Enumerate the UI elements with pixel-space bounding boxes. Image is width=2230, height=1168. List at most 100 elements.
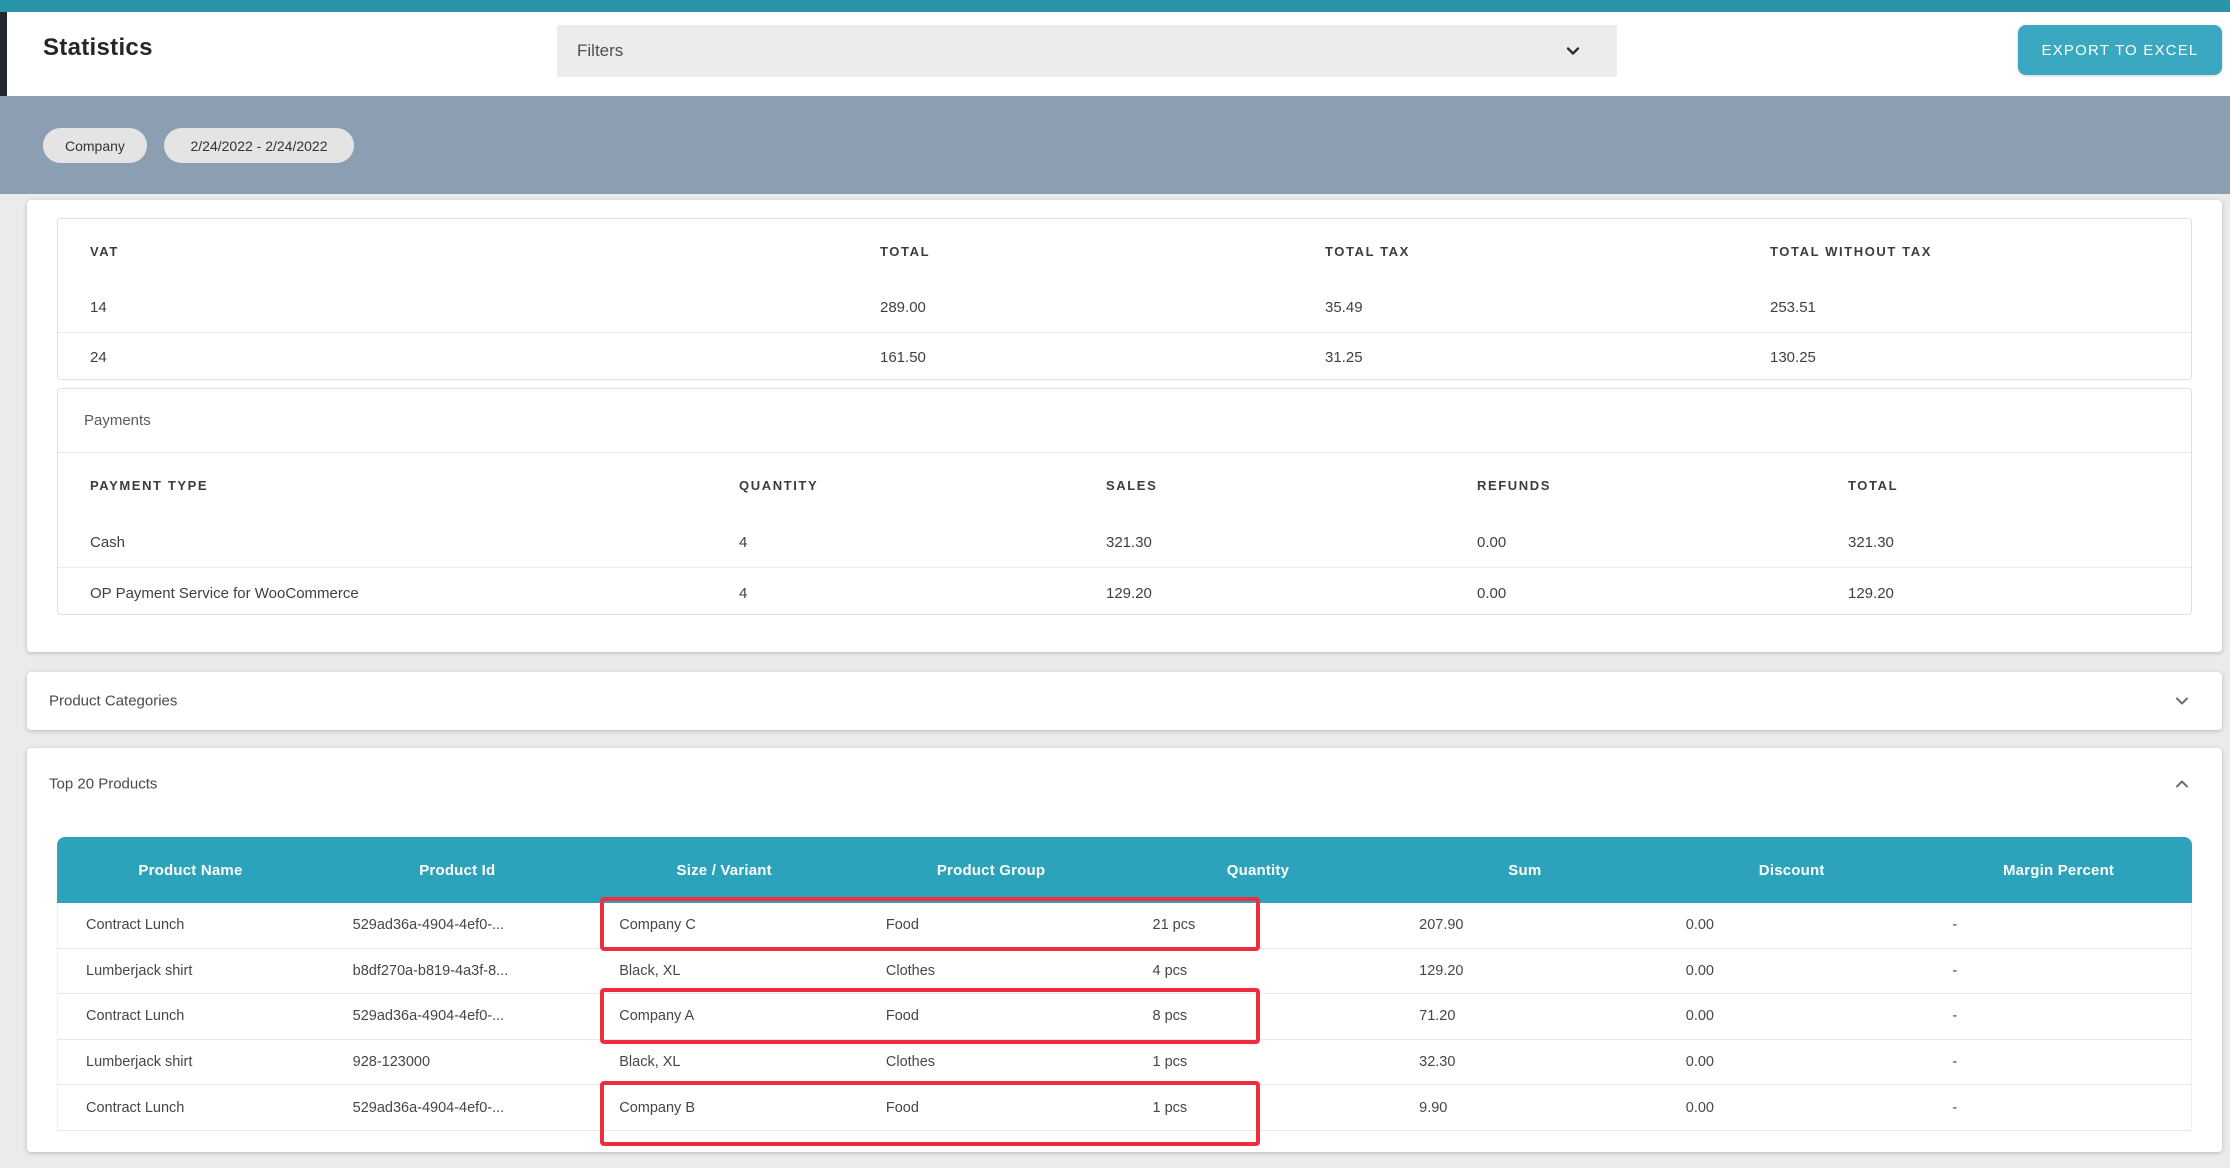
export-to-excel-button[interactable]: EXPORT TO EXCEL [2018,25,2222,75]
top-products-table: Product Name Product Id Size / Variant P… [57,837,2192,1131]
table-cell: 129.20 [1391,963,1658,979]
table-cell: 0.00 [1658,1100,1925,1116]
table-cell: Contract Lunch [58,917,325,933]
table-cell: 71.20 [1391,1008,1658,1024]
table-cell: 529ad36a-4904-4ef0-... [325,1100,592,1116]
top-products-title: Top 20 Products [49,776,157,793]
table-cell: Cash [58,534,707,551]
summary-card: VAT TOTAL TOTAL TAX TOTAL WITHOUT TAX 14… [27,200,2222,652]
table-cell: Food [858,1008,1125,1024]
filters-dropdown[interactable]: Filters [557,25,1617,77]
table-cell: 21 pcs [1125,917,1392,933]
table-cell: Lumberjack shirt [58,1054,325,1070]
top-products-header-row: Product Name Product Id Size / Variant P… [57,837,2192,903]
table-cell: 207.90 [1391,917,1658,933]
table-cell: 9.90 [1391,1100,1658,1116]
top-products-panel: Top 20 Products Product Name Product Id … [27,748,2222,1152]
statistics-page: Statistics Filters EXPORT TO EXCEL Compa… [0,0,2230,1168]
vat-table: VAT TOTAL TOTAL TAX TOTAL WITHOUT TAX 14… [57,218,2192,380]
table-cell: OP Payment Service for WooCommerce [58,585,707,602]
filter-chip-label: 2/24/2022 - 2/24/2022 [190,138,327,154]
table-cell: 1 pcs [1125,1054,1392,1070]
column-header-total: TOTAL [848,244,1293,259]
product-categories-title: Product Categories [49,693,177,710]
column-header-margin-percent: Margin Percent [1925,862,2192,879]
filter-chip-label: Company [65,138,125,154]
table-cell: 0.00 [1658,963,1925,979]
column-header-product-group: Product Group [858,862,1125,879]
table-cell: 321.30 [1074,534,1445,551]
column-header-quantity: Quantity [1125,862,1392,879]
chevron-up-icon[interactable] [2172,774,2192,794]
table-cell: Clothes [858,1054,1125,1070]
table-cell: - [1924,1100,2191,1116]
table-cell: Black, XL [591,1054,858,1070]
table-cell: 0.00 [1445,534,1816,551]
table-cell: Company B [591,1100,858,1116]
column-header-total-tax: TOTAL TAX [1293,244,1738,259]
table-cell: Black, XL [591,963,858,979]
table-cell: Contract Lunch [58,1008,325,1024]
filter-chips-bar: Company 2/24/2022 - 2/24/2022 [0,96,2230,194]
table-cell: 8 pcs [1125,1008,1392,1024]
table-cell: 4 [707,585,1074,602]
table-cell: 31.25 [1293,349,1738,366]
table-cell: Company C [591,917,858,933]
column-header-vat: VAT [58,244,848,259]
table-cell: 35.49 [1293,299,1738,316]
column-header-total-without-tax: TOTAL WITHOUT TAX [1738,244,2192,259]
filter-chip-date-range[interactable]: 2/24/2022 - 2/24/2022 [164,128,354,163]
table-cell: 14 [58,299,848,316]
table-cell: 4 [707,534,1074,551]
table-cell: 0.00 [1658,917,1925,933]
filters-dropdown-label: Filters [577,41,623,61]
table-cell: - [1924,1008,2191,1024]
payments-table-header-row: PAYMENT TYPE QUANTITY SALES REFUNDS TOTA… [58,453,2191,517]
table-cell: 0.00 [1658,1054,1925,1070]
product-categories-panel-header[interactable]: Product Categories [27,672,2222,730]
page-title: Statistics [43,34,153,62]
table-cell: - [1924,963,2191,979]
table-cell: 529ad36a-4904-4ef0-... [325,917,592,933]
table-row: 14 289.00 35.49 253.51 [58,283,2191,332]
table-cell: 529ad36a-4904-4ef0-... [325,1008,592,1024]
table-row: Lumberjack shirt b8df270a-b819-4a3f-8...… [57,949,2192,995]
table-cell: 130.25 [1738,349,2192,366]
table-row: 24 161.50 31.25 130.25 [58,332,2191,380]
table-cell: - [1924,1054,2191,1070]
table-cell: 32.30 [1391,1054,1658,1070]
table-cell: Clothes [858,963,1125,979]
table-row: Contract Lunch 529ad36a-4904-4ef0-... Co… [57,994,2192,1040]
table-cell: 1 pcs [1125,1100,1392,1116]
payments-table: Payments PAYMENT TYPE QUANTITY SALES REF… [57,388,2192,615]
column-header-sales: SALES [1074,478,1445,493]
chevron-down-icon [2172,691,2192,711]
vat-table-header-row: VAT TOTAL TOTAL TAX TOTAL WITHOUT TAX [58,219,2191,283]
table-row: Cash 4 321.30 0.00 321.30 [58,517,2191,567]
table-cell: b8df270a-b819-4a3f-8... [325,963,592,979]
app-top-bar [0,0,2230,12]
table-row: Lumberjack shirt 928-123000 Black, XL Cl… [57,1040,2192,1086]
column-header-product-id: Product Id [324,862,591,879]
filter-chip-company[interactable]: Company [43,128,147,163]
table-cell: Food [858,917,1125,933]
table-row: Contract Lunch 529ad36a-4904-4ef0-... Co… [57,1085,2192,1131]
table-cell: 24 [58,349,848,366]
table-row: Contract Lunch 529ad36a-4904-4ef0-... Co… [57,903,2192,949]
column-header-product-name: Product Name [57,862,324,879]
table-cell: Lumberjack shirt [58,963,325,979]
column-header-discount: Discount [1658,862,1925,879]
payments-section-title: Payments [58,412,151,429]
table-cell: 129.20 [1074,585,1445,602]
table-cell: 161.50 [848,349,1293,366]
payments-section-header: Payments [58,389,2191,453]
table-cell: Company A [591,1008,858,1024]
column-header-refunds: REFUNDS [1445,478,1816,493]
table-cell: 253.51 [1738,299,2192,316]
column-header-size-variant: Size / Variant [591,862,858,879]
column-header-quantity: QUANTITY [707,478,1074,493]
table-cell: Food [858,1100,1125,1116]
table-cell: 289.00 [848,299,1293,316]
column-header-total: TOTAL [1816,478,2192,493]
table-cell: 928-123000 [325,1054,592,1070]
